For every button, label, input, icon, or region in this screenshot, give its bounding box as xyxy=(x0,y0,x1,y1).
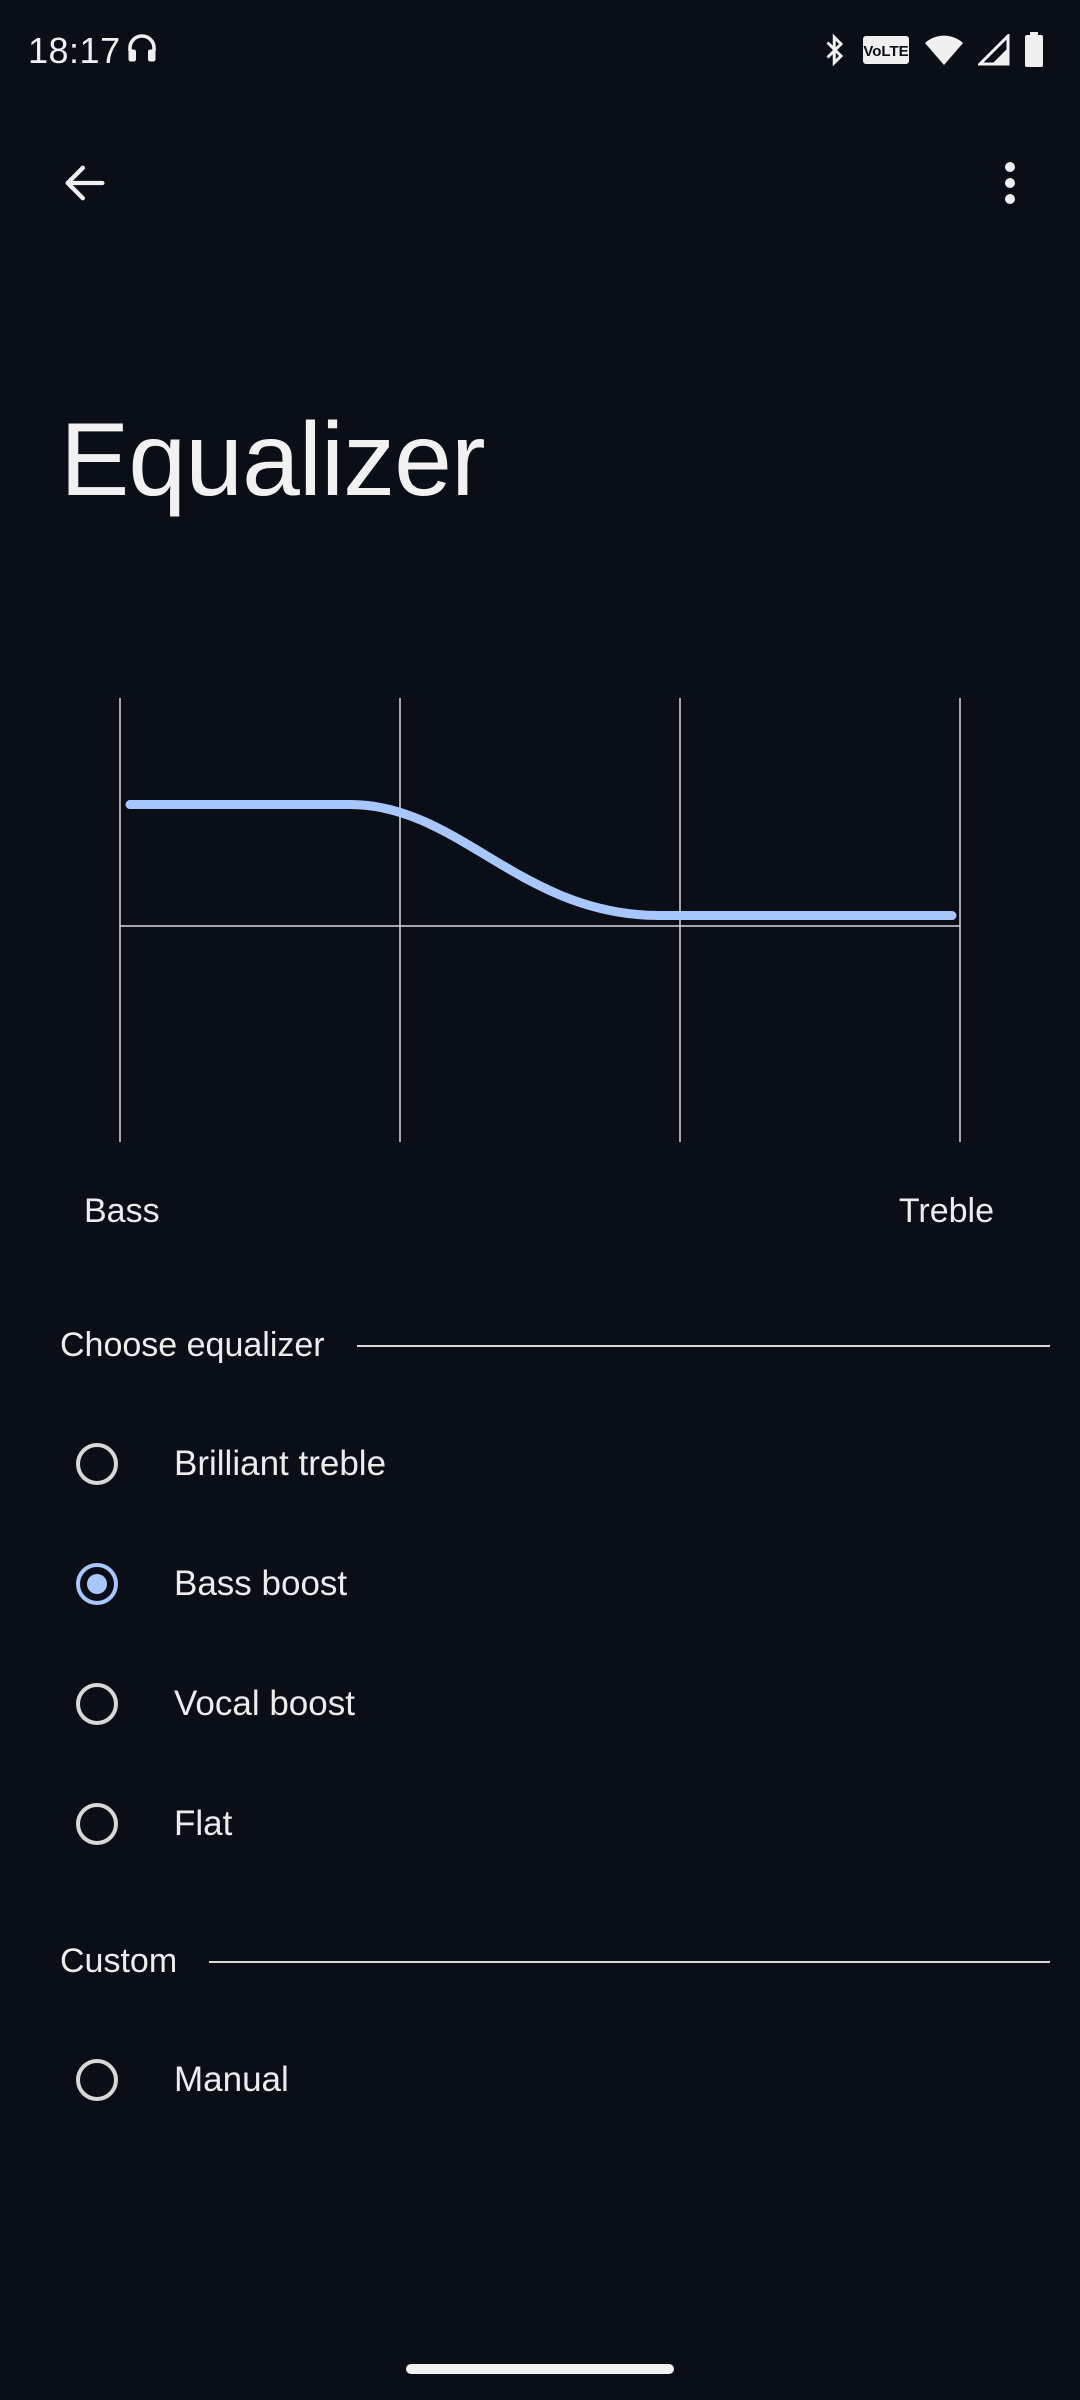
radio-label: Bass boost xyxy=(174,1564,348,1603)
equalizer-graph xyxy=(119,698,961,1142)
radio-option-brilliant-treble[interactable]: Brilliant treble xyxy=(60,1414,1020,1514)
radio-option-bass-boost[interactable]: Bass boost xyxy=(60,1534,1020,1634)
page-title: Equalizer xyxy=(60,402,486,518)
radio-button[interactable] xyxy=(76,1803,118,1845)
more-options-button[interactable] xyxy=(975,150,1045,220)
headphones-icon xyxy=(124,30,160,66)
status-icons: VoLTE xyxy=(822,28,1044,72)
equalizer-curve xyxy=(125,800,957,921)
arrow-back-icon xyxy=(59,157,111,214)
section-divider xyxy=(209,1960,1050,1963)
bluetooth-icon xyxy=(822,32,848,68)
back-button[interactable] xyxy=(50,150,120,220)
custom-header: Custom xyxy=(60,1942,1050,1981)
radio-option-flat[interactable]: Flat xyxy=(60,1774,1020,1874)
section-divider xyxy=(356,1344,1050,1347)
radio-option-manual[interactable]: Manual xyxy=(60,2030,1020,2130)
section-title: Choose equalizer xyxy=(60,1326,325,1364)
radio-button[interactable] xyxy=(76,1443,118,1485)
radio-label: Manual xyxy=(174,2060,289,2099)
radio-option-vocal-boost[interactable]: Vocal boost xyxy=(60,1654,1020,1754)
treble-label: Treble xyxy=(898,1192,994,1230)
more-vertical-icon xyxy=(1003,161,1017,210)
status-bar: 18:17 VoLTE xyxy=(0,0,1080,100)
choose-equalizer-header: Choose equalizer xyxy=(60,1326,1050,1365)
svg-text:VoLTE: VoLTE xyxy=(863,43,908,60)
wifi-icon xyxy=(924,33,964,67)
cell-signal-icon xyxy=(978,34,1010,66)
status-time: 18:17 xyxy=(28,30,121,71)
radio-label: Brilliant treble xyxy=(174,1444,387,1483)
radio-button[interactable] xyxy=(76,1563,118,1605)
section-title: Custom xyxy=(60,1942,178,1980)
navigation-handle[interactable] xyxy=(406,2364,674,2374)
battery-icon xyxy=(1024,32,1044,68)
radio-label: Flat xyxy=(174,1804,233,1843)
volte-icon: VoLTE xyxy=(862,35,910,65)
radio-label: Vocal boost xyxy=(174,1684,355,1723)
bass-label: Bass xyxy=(84,1192,160,1230)
radio-button[interactable] xyxy=(76,2059,118,2101)
radio-button[interactable] xyxy=(76,1683,118,1725)
